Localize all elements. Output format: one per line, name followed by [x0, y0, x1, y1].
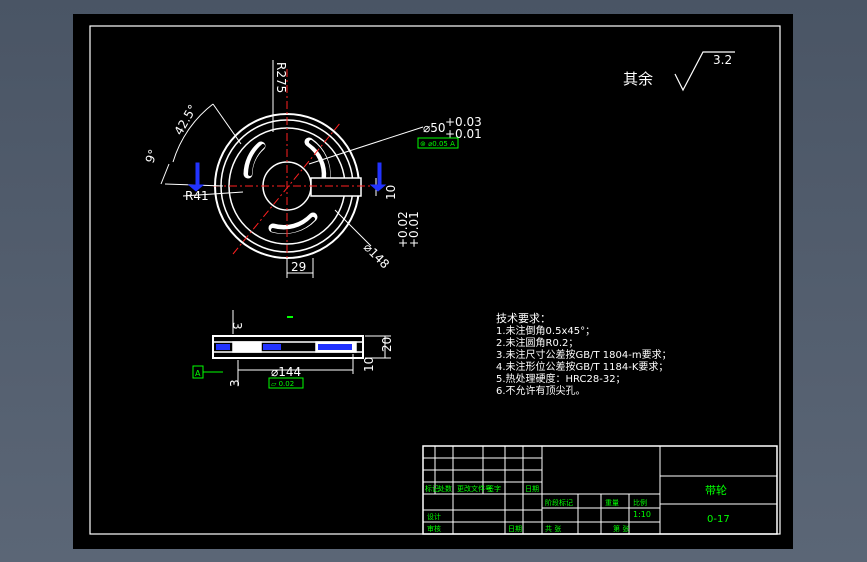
tolerance-frame-text: ⊚ ⌀0.05 A — [420, 140, 455, 148]
drawing-sheet: R275 42.5° 9° R41 ⌀50 +0.03 +0.01 ⌀148 2… — [73, 14, 793, 549]
dim-10: 10 — [362, 357, 376, 372]
tech-line-1: 1.未注倒角0.5x45°； — [496, 324, 595, 337]
tech-line-2: 2.未注圆角R0.2； — [496, 336, 578, 349]
tb-cell-stage: 阶段标记 — [545, 498, 573, 507]
dim-3-bottom: 3 — [228, 379, 242, 387]
tech-line-4: 4.未注形位公差按GB/T 1184-K要求； — [496, 360, 668, 373]
dim-dia50-tol-lower: +0.01 — [445, 127, 482, 141]
small-mark — [287, 316, 293, 318]
tb-drawing-no: 0-17 — [707, 514, 730, 525]
tb-cell-scale: 比例 — [633, 498, 647, 507]
surface-finish-label: 其余 — [623, 70, 653, 88]
dim-dia144: ⌀144 — [271, 365, 301, 379]
dim-dia50: ⌀50 — [423, 121, 446, 135]
tech-line-5: 5.热处理硬度：HRC28-32； — [496, 372, 626, 385]
flatness-frame-text: ⏥ 0.02 — [271, 380, 294, 388]
tech-line-3: 3.未注尺寸公差按GB/T 1804-m要求； — [496, 348, 672, 361]
dim-3-top: 3 — [230, 322, 244, 330]
dim-dia148: ⌀148 — [361, 240, 392, 271]
tech-title: 技术要求： — [496, 312, 551, 325]
dim-width-29: 29 — [291, 260, 306, 274]
tb-cell-sign: 签字 — [487, 484, 501, 493]
dim-key-depth: 10 — [384, 185, 398, 200]
cad-drawing: R275 42.5° 9° R41 ⌀50 +0.03 +0.01 ⌀148 2… — [89, 25, 781, 535]
dim-r41: R41 — [185, 189, 209, 203]
tb-cell-review: 审核 — [427, 524, 441, 533]
tb-cell-date: 日期 — [525, 485, 539, 493]
surface-finish: 其余 3.2 — [623, 51, 735, 92]
tb-cell-sheet-no: 第 张 — [613, 524, 629, 533]
dim-key-tol-lower: +0.01 — [407, 211, 421, 248]
tb-scale-value: 1:10 — [633, 510, 651, 519]
tb-cell-weight: 重量 — [605, 499, 619, 507]
dim-angle-9: 9° — [143, 147, 161, 165]
tb-cell-mark: 标记 — [425, 484, 439, 493]
tech-requirements: 技术要求： 1.未注倒角0.5x45°； 2.未注圆角R0.2； 3.未注尺寸公… — [496, 312, 672, 397]
keyway — [310, 177, 362, 197]
tb-cell-date2: 日期 — [508, 525, 522, 533]
surface-finish-value: 3.2 — [713, 53, 732, 67]
dim-20: 20 — [380, 337, 394, 352]
tech-line-6: 6.不允许有顶尖孔。 — [496, 384, 586, 397]
tb-cell-count: 处数 — [438, 484, 452, 493]
tb-part-name: 带轮 — [705, 483, 727, 497]
tb-cell-design: 设计 — [427, 512, 441, 521]
center-lines — [213, 69, 373, 276]
tb-cell-total-sheets: 共 张 — [545, 524, 561, 533]
dim-r275: R275 — [274, 62, 288, 93]
datum-label: A — [195, 369, 201, 378]
top-view-dim-lines — [160, 60, 424, 278]
